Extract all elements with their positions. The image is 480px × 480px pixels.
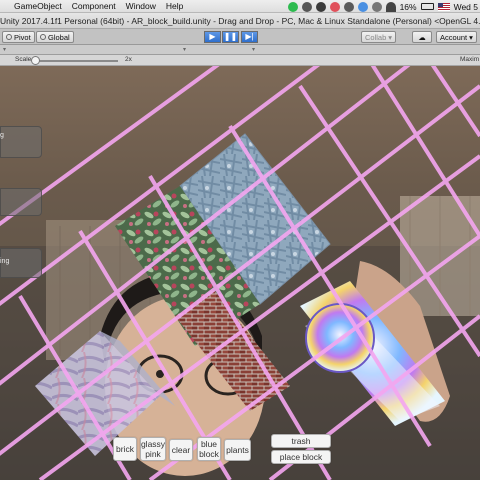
menu-component[interactable]: Component (67, 1, 121, 11)
plants-button-label: plants (226, 445, 249, 455)
flag-icon[interactable] (437, 2, 450, 11)
maximize-on-play-toggle[interactable]: Maxim (460, 56, 479, 63)
window-title-bar: Unity 2017.4.1f1 Personal (64bit) - AR_b… (0, 13, 480, 29)
pause-icon: ❚❚ (223, 32, 238, 41)
global-button[interactable]: Global (36, 31, 74, 43)
side-panel-2[interactable] (0, 188, 42, 216)
side-panel-1-text: g (0, 132, 4, 139)
status-tray: 16% Wed 5 (287, 0, 480, 12)
chevron-down-icon: ▾ (388, 32, 393, 42)
blue-block-button[interactable]: blue block (197, 437, 221, 461)
unity-toolbar: Pivot Global ▶ ❚❚ ▶| Collab ▾ ☁ Account … (0, 29, 480, 45)
account-label: Account (440, 32, 468, 42)
window-title: Unity 2017.4.1f1 Personal (64bit) - AR_b… (0, 15, 480, 26)
glassy-pink-button[interactable]: glassy pink (140, 437, 166, 461)
camera-icon[interactable] (301, 1, 312, 12)
side-panel-1[interactable] (0, 126, 42, 158)
wifi-icon[interactable] (385, 1, 396, 12)
cloud-icon[interactable] (343, 1, 354, 12)
game-view-header: ▾ ▾ ▾ (0, 45, 480, 55)
clear-button[interactable]: clear (169, 439, 193, 461)
step-button[interactable]: ▶| (241, 31, 258, 43)
game-scale-bar: Scale 2x Maxim (0, 55, 480, 66)
scale-label: Scale (15, 56, 32, 63)
ar-camera-view[interactable]: g ing brick glassy pink clear blue block… (0, 66, 480, 480)
place-block-button-label: place block (279, 452, 323, 462)
menu-window[interactable]: Window (121, 1, 161, 11)
step-icon: ▶| (245, 32, 254, 41)
dropdown-arrow-icon[interactable]: ▾ (252, 46, 255, 53)
scale-slider-track[interactable] (33, 60, 118, 62)
play-icon: ▶ (209, 32, 216, 41)
menu-help[interactable]: Help (161, 1, 188, 11)
place-block-button[interactable]: place block (271, 450, 331, 464)
collab-label: Collab (365, 32, 387, 42)
brick-button-label: brick (116, 444, 134, 454)
plants-button[interactable]: plants (224, 439, 251, 461)
mac-menu-bar: GameObject Component Window Help 16% Wed… (0, 0, 480, 13)
play-button[interactable]: ▶ (204, 31, 221, 43)
pause-button[interactable]: ❚❚ (222, 31, 239, 43)
evernote-icon[interactable] (315, 1, 326, 12)
dropdown-arrow-icon[interactable]: ▾ (183, 46, 186, 53)
pivot-icon (6, 34, 12, 40)
cloud-icon: ☁ (418, 32, 426, 42)
wechat-icon[interactable] (287, 1, 298, 12)
dropbox-icon[interactable] (357, 1, 368, 12)
brick-button[interactable]: brick (113, 437, 137, 461)
globe-icon (40, 34, 46, 40)
ar-scene-graphics (0, 66, 480, 480)
battery-icon[interactable] (420, 3, 434, 10)
pivot-label: Pivot (14, 32, 31, 42)
trash-button-label: trash (291, 436, 311, 446)
side-panel-3-text: ing (0, 258, 10, 265)
music-icon[interactable] (329, 1, 340, 12)
scale-slider-knob[interactable] (31, 56, 40, 65)
trash-button[interactable]: trash (271, 434, 331, 448)
pivot-button[interactable]: Pivot (2, 31, 35, 43)
collab-dropdown[interactable]: Collab ▾ (361, 31, 397, 43)
menu-clock[interactable]: Wed 5 (454, 2, 478, 12)
blue-block-button-label: blue block (199, 439, 219, 459)
sync-icon[interactable] (371, 1, 382, 12)
menu-gameobject[interactable]: GameObject (0, 1, 67, 11)
cloud-button[interactable]: ☁ (412, 31, 432, 43)
battery-percent: 16% (399, 1, 417, 12)
chevron-down-icon: ▾ (469, 32, 473, 42)
tab-menu-icon[interactable]: ▾ (3, 46, 6, 53)
global-label: Global (48, 32, 70, 42)
account-dropdown[interactable]: Account ▾ (436, 31, 477, 43)
scale-value: 2x (125, 56, 132, 63)
glassy-pink-button-label: glassy pink (140, 439, 166, 459)
clear-button-label: clear (171, 445, 191, 455)
